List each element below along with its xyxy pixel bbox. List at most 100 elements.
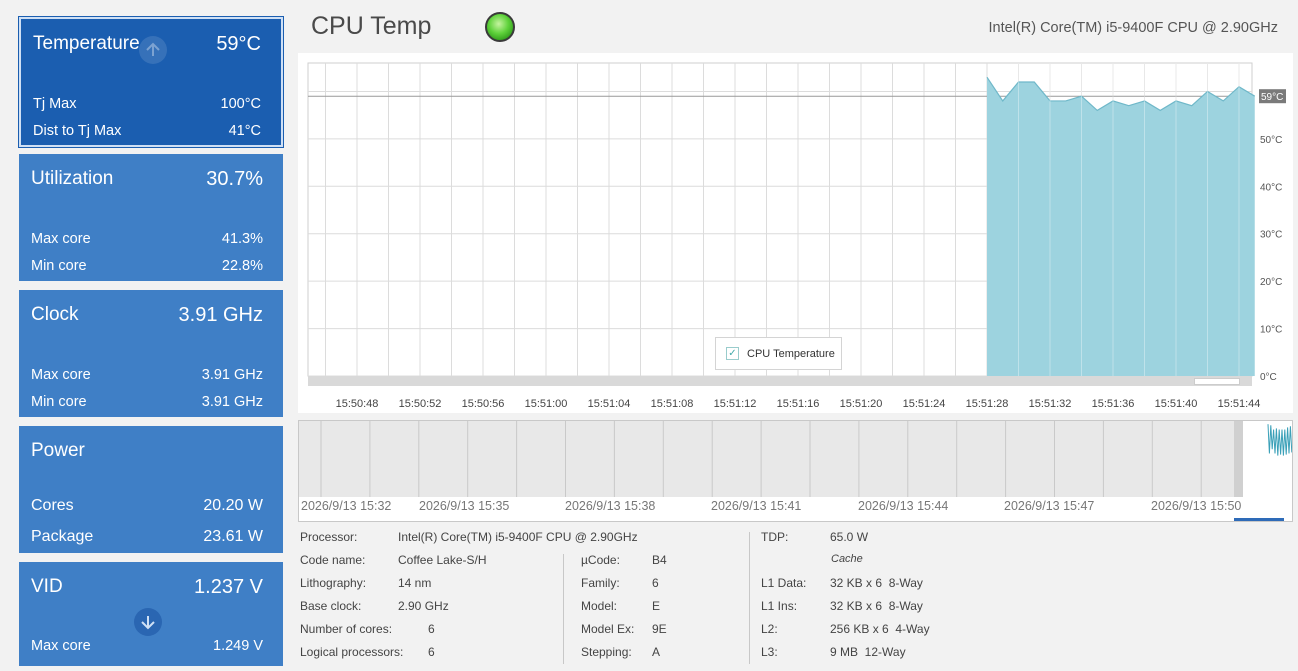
overview-time-label: 2026/9/13 15:44 [858, 499, 949, 513]
info-label: L2: [761, 622, 778, 636]
info-label: Number of cores: [300, 622, 393, 636]
overview-axis: 2026/9/13 15:32 2026/9/13 15:35 2026/9/13 … [299, 498, 1292, 516]
tile-utilization[interactable]: Utilization 30.7% Max core 41.3% Min cor… [19, 154, 283, 281]
info-value: Coffee Lake-S/H [398, 553, 487, 567]
info-value: 14 nm [398, 576, 432, 590]
chart-scrollbar-thumb[interactable] [1194, 378, 1240, 385]
divider [563, 554, 564, 664]
x-tick-label: 15:51:08 [651, 398, 694, 410]
info-value: 2.90 GHz [398, 599, 449, 613]
row-value: 22.8% [221, 258, 263, 274]
tile-row: Max core 3.91 GHz [31, 367, 263, 383]
info-label: Model Ex: [581, 622, 635, 636]
row-value: 23.61 W [203, 528, 263, 545]
info-value: 65.0 W [830, 530, 869, 544]
x-tick-label: 15:50:56 [462, 398, 505, 410]
info-label: L1 Data: [761, 576, 807, 590]
tile-row: Max core 1.249 V [31, 638, 263, 654]
tile-row: Min core 3.91 GHz [31, 394, 263, 410]
current-value-label: 59°C [1261, 92, 1283, 103]
info-label: L1 Ins: [761, 599, 798, 613]
info-value: 6 [428, 645, 435, 659]
tile-row: Tj Max 100°C [33, 96, 261, 112]
row-label: Dist to Tj Max [33, 123, 122, 139]
info-label: Lithography: [300, 576, 367, 590]
arrow-down-icon [134, 608, 162, 636]
row-label: Max core [31, 638, 91, 654]
tile-title: VID [31, 576, 63, 597]
x-tick-label: 15:50:52 [399, 398, 442, 410]
info-value: B4 [652, 553, 667, 567]
tile-clock[interactable]: Clock 3.91 GHz Max core 3.91 GHz Min cor… [19, 290, 283, 417]
info-label: TDP: [761, 530, 789, 544]
x-tick-label: 15:51:36 [1092, 398, 1135, 410]
overview-time-label: 2026/9/13 15:47 [1004, 499, 1095, 513]
info-value: 32 KB x 6 8-Way [830, 599, 923, 613]
tile-row: Package 23.61 W [31, 528, 263, 546]
row-label: Tj Max [33, 96, 77, 112]
row-value: 100°C [220, 96, 261, 112]
x-tick-label: 15:51:04 [588, 398, 631, 410]
tile-title: Utilization [31, 168, 114, 189]
info-value: 9E [652, 622, 667, 636]
info-value: 6 [428, 622, 435, 636]
tile-temperature[interactable]: Temperature 59°C Tj Max 100°C Dist to Tj… [18, 16, 284, 148]
row-value: 1.249 V [213, 638, 263, 654]
row-label: Package [31, 528, 94, 545]
info-label: µCode: [581, 553, 620, 567]
overview-time-label: 2026/9/13 15:35 [419, 499, 510, 513]
info-value: 256 KB x 6 4-Way [830, 622, 930, 636]
page-title: CPU Temp [311, 12, 432, 40]
overview-plot[interactable] [299, 421, 1293, 497]
info-label: Stepping: [581, 645, 632, 659]
x-tick-label: 15:51:00 [525, 398, 568, 410]
chart-scrollbar[interactable] [308, 376, 1252, 386]
info-label: Family: [581, 576, 620, 590]
checkbox-icon[interactable]: ✓ [726, 347, 739, 360]
chart-legend[interactable]: ✓ CPU Temperature [715, 337, 842, 370]
row-label: Max core [31, 367, 91, 383]
info-label: Base clock: [300, 599, 362, 613]
x-tick-label: 15:51:12 [714, 398, 757, 410]
overview-time-label: 2026/9/13 15:41 [711, 499, 802, 513]
tile-value: 1.237 V [194, 576, 263, 598]
y-tick-label: 20°C [1260, 277, 1282, 288]
row-label: Min core [31, 394, 87, 410]
info-value: 9 MB 12-Way [830, 645, 906, 659]
arrow-up-icon [139, 36, 167, 64]
y-tick-label: 0°C [1260, 372, 1277, 383]
row-value: 41°C [228, 123, 261, 139]
info-label: Logical processors: [300, 645, 404, 659]
overview-timeline[interactable]: 2026/9/13 15:32 2026/9/13 15:35 2026/9/13 … [298, 420, 1293, 522]
info-label: L3: [761, 645, 778, 659]
overview-time-label: 2026/9/13 15:38 [565, 499, 656, 513]
x-tick-label: 15:51:40 [1155, 398, 1198, 410]
processor-info: Processor: Intel(R) Core(TM) i5-9400F CP… [300, 530, 1290, 670]
row-label: Cores [31, 497, 74, 514]
temperature-chart[interactable]: 0°C 10°C 20°C 30°C 40°C 50°C 59°C 15:50:48 15:50… [298, 53, 1293, 413]
cache-heading: Cache [831, 553, 863, 565]
tile-row: Max core 41.3% [31, 231, 263, 247]
row-value: 3.91 GHz [201, 367, 263, 383]
info-value: Intel(R) Core(TM) i5-9400F CPU @ 2.90GHz [398, 530, 638, 544]
y-tick-label: 50°C [1260, 135, 1282, 146]
divider [749, 532, 750, 664]
y-tick-label: 40°C [1260, 182, 1282, 193]
overview-canvas [320, 421, 1293, 497]
row-label: Max core [31, 231, 91, 247]
tile-row: Dist to Tj Max 41°C [33, 123, 261, 139]
tile-power[interactable]: Power Cores 20.20 W Package 23.61 W [19, 426, 283, 553]
x-tick-label: 15:51:20 [840, 398, 883, 410]
overview-time-label: 2026/9/13 15:50 [1151, 499, 1242, 513]
series-area [987, 77, 1255, 377]
x-tick-label: 15:51:32 [1029, 398, 1072, 410]
row-value: 3.91 GHz [201, 394, 263, 410]
tile-row: Cores 20.20 W [31, 497, 263, 515]
y-tick-label: 10°C [1260, 325, 1282, 336]
info-value: 32 KB x 6 8-Way [830, 576, 923, 590]
overview-time-label: 2026/9/13 15:32 [301, 499, 392, 513]
tile-vid[interactable]: VID 1.237 V Max core 1.249 V [19, 562, 283, 666]
info-value: 6 [652, 576, 659, 590]
tile-title: Clock [31, 304, 79, 325]
overview-range-indicator[interactable] [1234, 518, 1284, 521]
